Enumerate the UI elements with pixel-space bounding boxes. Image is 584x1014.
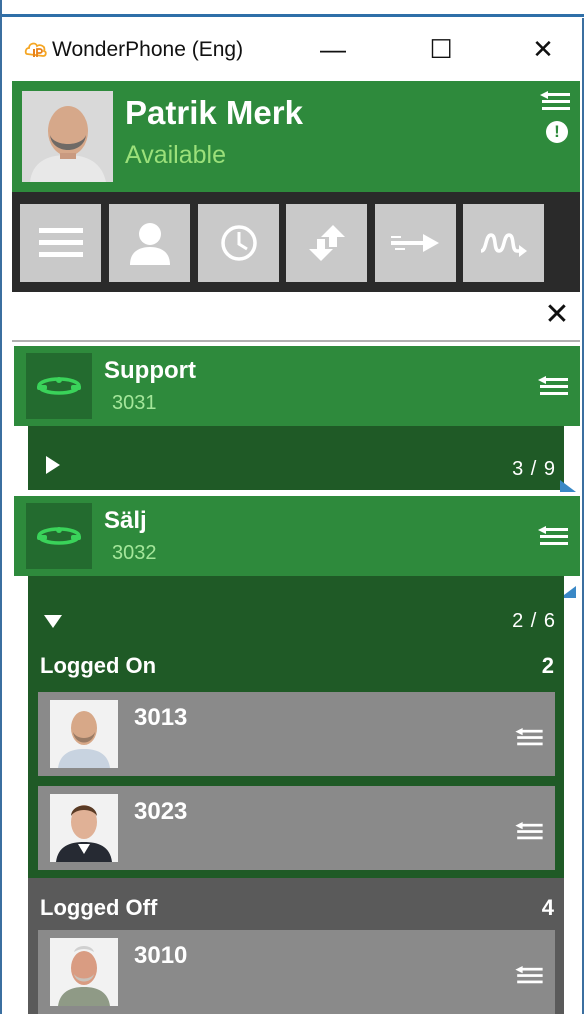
clear-search-button[interactable]: ✕ bbox=[540, 298, 574, 332]
transfer-icon bbox=[308, 225, 345, 261]
member-number: 3013 bbox=[134, 704, 188, 731]
group-counter: 2 / 6 bbox=[512, 610, 556, 632]
group-header-support[interactable]: Support 3031 bbox=[14, 346, 580, 426]
maximize-button[interactable]: ☐ bbox=[416, 32, 466, 68]
group-counter: 3 / 9 bbox=[512, 458, 556, 480]
list-menu-icon[interactable] bbox=[540, 91, 570, 113]
avatar bbox=[50, 938, 118, 1006]
list-menu-icon[interactable] bbox=[538, 376, 568, 398]
window-title: WonderPhone (Eng) bbox=[52, 38, 244, 61]
contacts-icon bbox=[129, 223, 170, 265]
wonderphone-logo-icon bbox=[24, 42, 47, 57]
minimize-button[interactable]: — bbox=[308, 32, 358, 68]
list-menu-icon[interactable] bbox=[515, 822, 543, 842]
transfer-button[interactable] bbox=[286, 204, 367, 282]
app-window: WonderPhone (Eng) — ☐ ✕ Patrik Merk Avai… bbox=[0, 0, 584, 1014]
signal-icon bbox=[479, 233, 527, 257]
user-photo-icon bbox=[22, 91, 113, 182]
list-menu-icon[interactable] bbox=[538, 526, 568, 548]
member-row[interactable]: 3010 bbox=[38, 930, 555, 1014]
logged-off-label: Logged Off bbox=[40, 895, 158, 920]
avatar[interactable] bbox=[22, 91, 113, 182]
collapse-arrow-icon[interactable] bbox=[42, 610, 64, 632]
user-header: Patrik Merk Available ! bbox=[12, 81, 580, 192]
title-bar[interactable]: WonderPhone (Eng) — ☐ ✕ bbox=[4, 18, 582, 81]
group-number: 3031 bbox=[112, 392, 157, 414]
forward-button[interactable] bbox=[375, 204, 456, 282]
group-body-salj: 2 / 6 Logged On 2 3013 3023 bbox=[28, 576, 564, 878]
list-menu-icon[interactable] bbox=[515, 728, 543, 748]
logged-off-section: Logged Off 4 3010 bbox=[28, 878, 564, 1014]
phone-handset-icon bbox=[37, 527, 81, 545]
history-icon bbox=[220, 225, 257, 261]
group-icon bbox=[26, 503, 92, 569]
member-number: 3010 bbox=[134, 942, 188, 969]
search-bar: ✕ bbox=[12, 292, 580, 342]
list-menu-icon[interactable] bbox=[515, 966, 543, 986]
expand-arrow-icon[interactable] bbox=[42, 454, 64, 476]
user-status[interactable]: Available bbox=[125, 139, 226, 171]
menu-icon bbox=[38, 228, 83, 257]
phone-handset-icon bbox=[37, 377, 81, 395]
logged-on-label: Logged On bbox=[40, 653, 157, 678]
member-photo-icon bbox=[50, 938, 118, 1006]
pointer-arrow-icon bbox=[560, 480, 576, 492]
window-top-border bbox=[2, 0, 584, 18]
member-photo-icon bbox=[50, 700, 118, 768]
member-row[interactable]: 3013 bbox=[38, 692, 555, 776]
search-input[interactable] bbox=[20, 300, 540, 332]
group-header-salj[interactable]: Sälj 3032 bbox=[14, 496, 580, 576]
logged-on-count: 2 bbox=[541, 653, 554, 678]
avatar bbox=[50, 700, 118, 768]
member-photo-icon bbox=[50, 794, 118, 862]
member-row[interactable]: 3023 bbox=[38, 786, 555, 870]
logged-off-count: 4 bbox=[541, 895, 554, 920]
contacts-button[interactable] bbox=[109, 204, 190, 282]
user-name: Patrik Merk bbox=[125, 94, 303, 131]
group-number: 3032 bbox=[112, 542, 157, 564]
warning-icon[interactable]: ! bbox=[546, 121, 568, 143]
signal-button[interactable] bbox=[463, 204, 544, 282]
member-number: 3023 bbox=[134, 798, 188, 825]
menu-button[interactable] bbox=[20, 204, 101, 282]
close-button[interactable]: ✕ bbox=[518, 32, 568, 68]
toolbar bbox=[12, 192, 580, 292]
group-name: Support bbox=[104, 357, 196, 384]
group-name: Sälj bbox=[104, 507, 147, 534]
history-button[interactable] bbox=[198, 204, 279, 282]
forward-icon bbox=[390, 234, 439, 252]
group-body-support: 3 / 9 bbox=[28, 426, 564, 490]
group-icon bbox=[26, 353, 92, 419]
avatar bbox=[50, 794, 118, 862]
